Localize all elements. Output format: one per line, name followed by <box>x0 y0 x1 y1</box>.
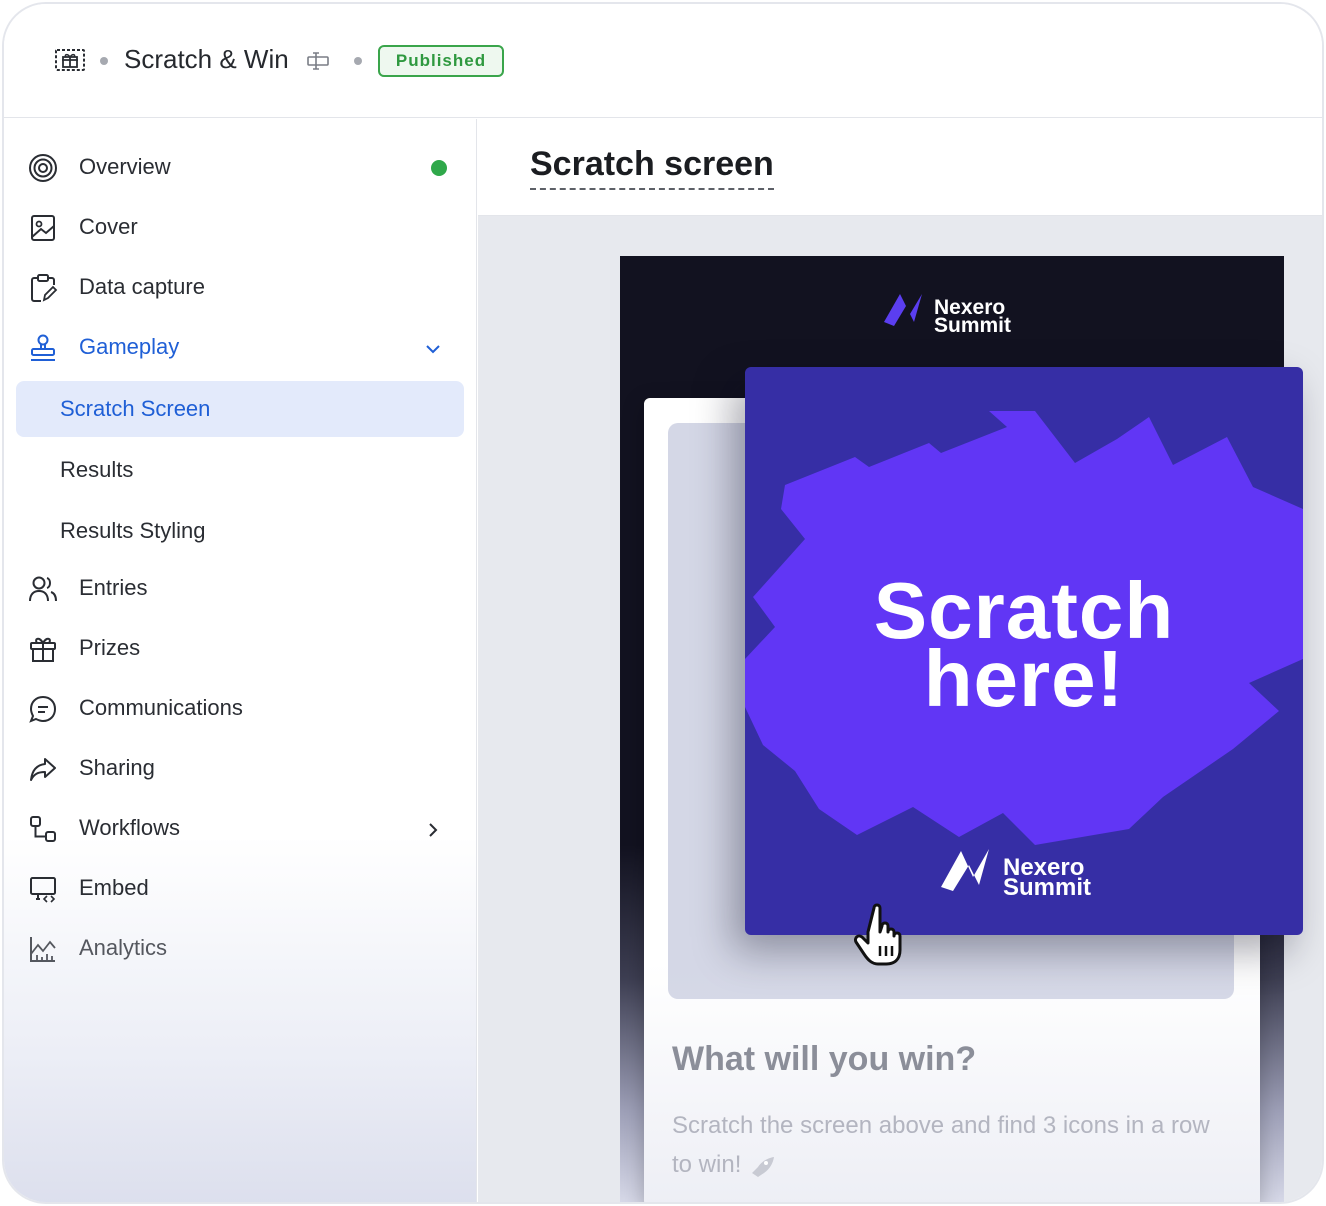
sidebar-item-label: Prizes <box>79 635 141 660</box>
sidebar-item-prizes[interactable]: Prizes <box>4 621 477 677</box>
scratch-line2: here! <box>923 634 1125 723</box>
rename-icon[interactable] <box>306 50 330 72</box>
sidebar-subitem-label: Scratch Screen <box>60 396 211 421</box>
chevron-down-icon[interactable] <box>422 338 444 360</box>
sidebar-item-label: Cover <box>79 214 138 239</box>
sidebar-item-gameplay[interactable]: Gameplay <box>4 320 477 376</box>
scratch-headline: Scratch here! <box>745 571 1303 723</box>
top-bar: Scratch & Win Published <box>4 4 1322 118</box>
sidebar-item-label: Overview <box>79 154 171 179</box>
win-description: Scratch the screen above and find 3 icon… <box>672 1106 1232 1184</box>
hand-cursor-icon <box>854 903 902 966</box>
sidebar-item-embed[interactable]: Embed <box>4 861 477 917</box>
status-dot <box>431 160 447 176</box>
separator-dot <box>354 57 362 65</box>
sidebar-subitem-results-styling[interactable]: Results Styling <box>16 503 464 559</box>
clipboard-edit-icon <box>31 274 58 302</box>
main-header: Scratch screen <box>478 119 1322 216</box>
app-window: Scratch & Win Published Overview Cover D… <box>2 2 1324 1204</box>
win-title: What will you win? <box>672 1040 977 1078</box>
sidebar-item-label: Embed <box>79 875 149 900</box>
sidebar-item-entries[interactable]: Entries <box>4 561 477 617</box>
sidebar-item-communications[interactable]: Communications <box>4 681 477 737</box>
brand-line2: Summit <box>1003 874 1091 901</box>
share-icon <box>30 758 56 781</box>
sidebar-subitem-label: Results <box>60 457 134 482</box>
sidebar-item-label: Communications <box>79 695 243 720</box>
status-badge: Published <box>378 45 504 77</box>
brand-logo: Nexero Summit <box>941 849 1091 901</box>
sidebar-subitem-results[interactable]: Results <box>16 442 464 498</box>
sidebar-item-overview[interactable]: Overview <box>4 140 477 196</box>
brand-line2: Summit <box>934 314 1011 337</box>
sidebar-item-label: Sharing <box>79 755 155 780</box>
game-title: Scratch & Win <box>124 44 289 74</box>
scratch-card-overlay[interactable]: Scratch here! Nexero Summit <box>745 367 1303 935</box>
sidebar-item-label: Gameplay <box>79 334 180 359</box>
sidebar-subitem-scratch-screen[interactable]: Scratch Screen <box>16 381 464 437</box>
users-icon <box>29 576 57 602</box>
chevron-right-icon[interactable] <box>422 819 444 841</box>
sidebar-item-sharing[interactable]: Sharing <box>4 741 477 797</box>
chart-icon <box>30 937 56 962</box>
sidebar-item-cover[interactable]: Cover <box>4 200 477 256</box>
sidebar-item-label: Workflows <box>79 815 181 840</box>
sidebar-item-label: Analytics <box>79 935 168 960</box>
brand-logo: Nexero Summit <box>884 294 1011 337</box>
chat-icon <box>29 695 57 723</box>
embed-monitor-icon <box>30 877 56 903</box>
image-icon <box>31 215 55 241</box>
gift-ticket-icon <box>55 49 85 71</box>
rocket-icon <box>752 1156 775 1177</box>
target-icon <box>29 154 57 182</box>
sidebar-item-analytics[interactable]: Analytics <box>4 921 477 977</box>
workflow-icon <box>30 816 56 842</box>
gift-icon <box>30 637 56 662</box>
stamp-icon <box>31 334 55 361</box>
sidebar-item-label: Data capture <box>79 274 205 299</box>
sidebar: Overview Cover Data capture Gameplay Scr… <box>4 119 477 1202</box>
sidebar-subitem-label: Results Styling <box>60 518 206 543</box>
page-title[interactable]: Scratch screen <box>530 145 774 190</box>
separator-dot <box>100 57 108 65</box>
sidebar-item-data-capture[interactable]: Data capture <box>4 260 477 316</box>
sidebar-item-label: Entries <box>79 575 148 600</box>
sidebar-item-workflows[interactable]: Workflows <box>4 801 477 857</box>
